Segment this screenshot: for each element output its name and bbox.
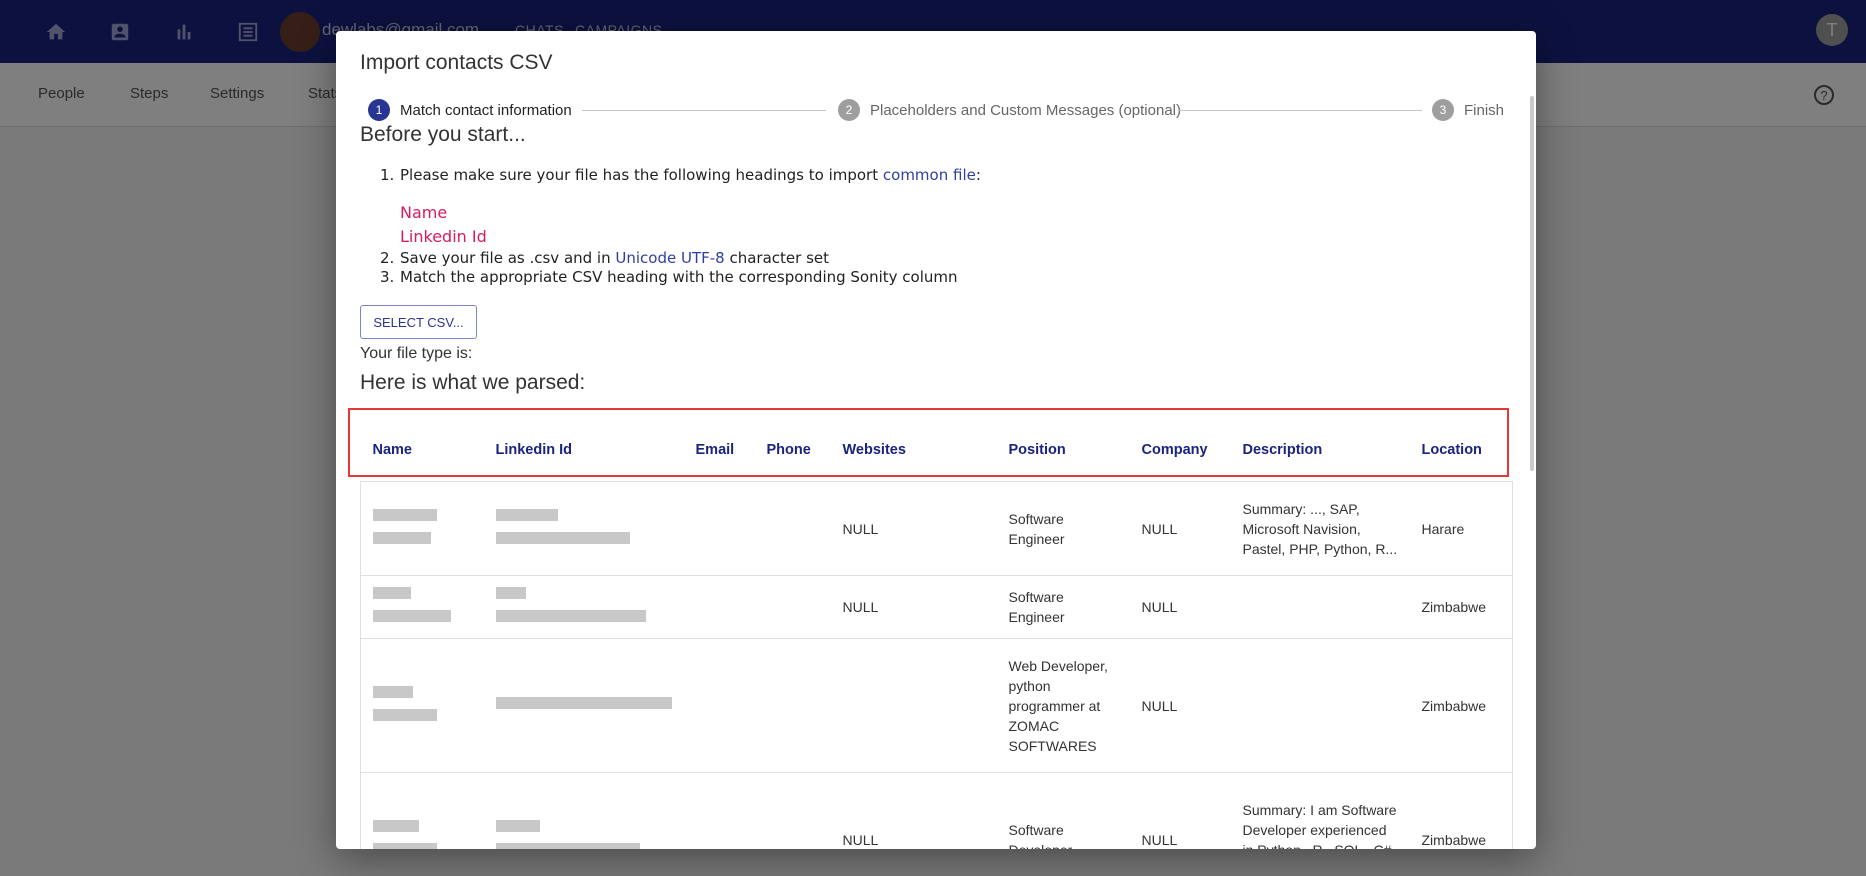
before-you-start-heading: Before you start... [360, 123, 526, 146]
cell-location: Zimbabwe [1409, 575, 1513, 639]
step-number-1: 1 [368, 99, 390, 121]
cell-phone [754, 575, 831, 639]
cell-websites: NULL [830, 575, 997, 639]
step-label-1: Match contact information [400, 101, 572, 119]
cell-location: Zimbabwe [1409, 638, 1513, 773]
cell-linkedin-redacted [483, 772, 684, 849]
step-connector [582, 110, 826, 111]
cell-description: Summary: ..., SAP, Microsoft Navision, P… [1230, 481, 1410, 576]
import-contacts-dialog: Import contacts CSV 1 Match contact info… [336, 31, 1536, 849]
cell-phone [754, 772, 831, 849]
instruction-text: Save your file as .csv and in [400, 249, 616, 267]
dialog-title: Import contacts CSV [360, 51, 553, 74]
instruction-text: Match the appropriate CSV heading with t… [400, 268, 958, 286]
cell-description [1230, 575, 1410, 639]
list-number: 1. [380, 166, 395, 184]
cell-company: NULL [1129, 638, 1231, 773]
table-row: Web Developer, python programmer at ZOMA… [360, 638, 1513, 773]
common-file-link[interactable]: common file [883, 166, 976, 184]
cell-linkedin-redacted [483, 575, 684, 639]
list-number: 3. [380, 268, 395, 286]
instruction-item-2: 2. Save your file as .csv and in Unicode… [380, 249, 830, 267]
cell-position: Software Developer [996, 772, 1130, 849]
cell-location: Zimbabwe [1409, 772, 1513, 849]
cell-websites [830, 638, 997, 773]
cell-name-redacted [360, 575, 484, 639]
cell-name-redacted [360, 481, 484, 576]
cell-linkedin-redacted [483, 638, 684, 773]
cell-position: Software Engineer [996, 481, 1130, 576]
highlight-box [348, 408, 1509, 477]
cell-position: Web Developer, python programmer at ZOMA… [996, 638, 1130, 773]
list-number: 2. [380, 249, 395, 267]
cell-email [683, 481, 755, 576]
table-row: NULL Software Engineer NULL Summary: ...… [360, 481, 1513, 576]
step-match-contact[interactable]: 1 Match contact information [368, 99, 572, 121]
cell-email [683, 575, 755, 639]
instruction-text: character set [724, 249, 830, 267]
instruction-item-3: 3. Match the appropriate CSV heading wit… [380, 268, 958, 286]
dialog-scrollbar[interactable] [1530, 96, 1534, 471]
cell-email [683, 772, 755, 849]
step-finish[interactable]: 3 Finish [1432, 99, 1504, 121]
step-number-2: 2 [838, 99, 860, 121]
cell-location: Harare [1409, 481, 1513, 576]
unicode-utf8-link[interactable]: Unicode UTF-8 [615, 249, 724, 267]
cell-company: NULL [1129, 481, 1231, 576]
cell-phone [754, 481, 831, 576]
cell-websites: NULL [830, 481, 997, 576]
cell-position: Software Engineer [996, 575, 1130, 639]
table-row: NULL Software Developer NULL Summary: I … [360, 772, 1513, 849]
step-label-2: Placeholders and Custom Messages (option… [870, 101, 1181, 119]
select-csv-button[interactable]: SELECT CSV... [360, 305, 477, 339]
cell-name-redacted [360, 772, 484, 849]
parsed-contacts-table: Name Linkedin Id Email Phone Websites Po… [360, 419, 1513, 849]
table-row: NULL Software Engineer NULL Zimbabwe [360, 575, 1513, 639]
step-label-3: Finish [1464, 101, 1505, 119]
cell-websites: NULL [830, 772, 997, 849]
instruction-text: : [975, 166, 981, 184]
import-stepper: 1 Match contact information 2 Placeholde… [368, 95, 1508, 125]
instruction-item-1: 1. Please make sure your file has the fo… [380, 166, 981, 184]
cell-company: NULL [1129, 772, 1231, 849]
required-heading-linkedin: Linkedin Id [400, 227, 487, 246]
cell-email [683, 638, 755, 773]
cell-linkedin-redacted [483, 481, 684, 576]
cell-description [1230, 638, 1410, 773]
step-placeholders[interactable]: 2 Placeholders and Custom Messages (opti… [838, 99, 1181, 121]
parsed-heading: Here is what we parsed: [360, 371, 586, 394]
cell-name-redacted [360, 638, 484, 773]
step-connector [1178, 110, 1422, 111]
cell-description: Summary: I am Software Developer experie… [1230, 772, 1410, 849]
step-number-3: 3 [1432, 99, 1454, 121]
cell-phone [754, 638, 831, 773]
instruction-text: Please make sure your file has the follo… [400, 166, 883, 184]
required-heading-name: Name [400, 203, 448, 222]
cell-company: NULL [1129, 575, 1231, 639]
file-type-label: Your file type is: [360, 345, 473, 362]
